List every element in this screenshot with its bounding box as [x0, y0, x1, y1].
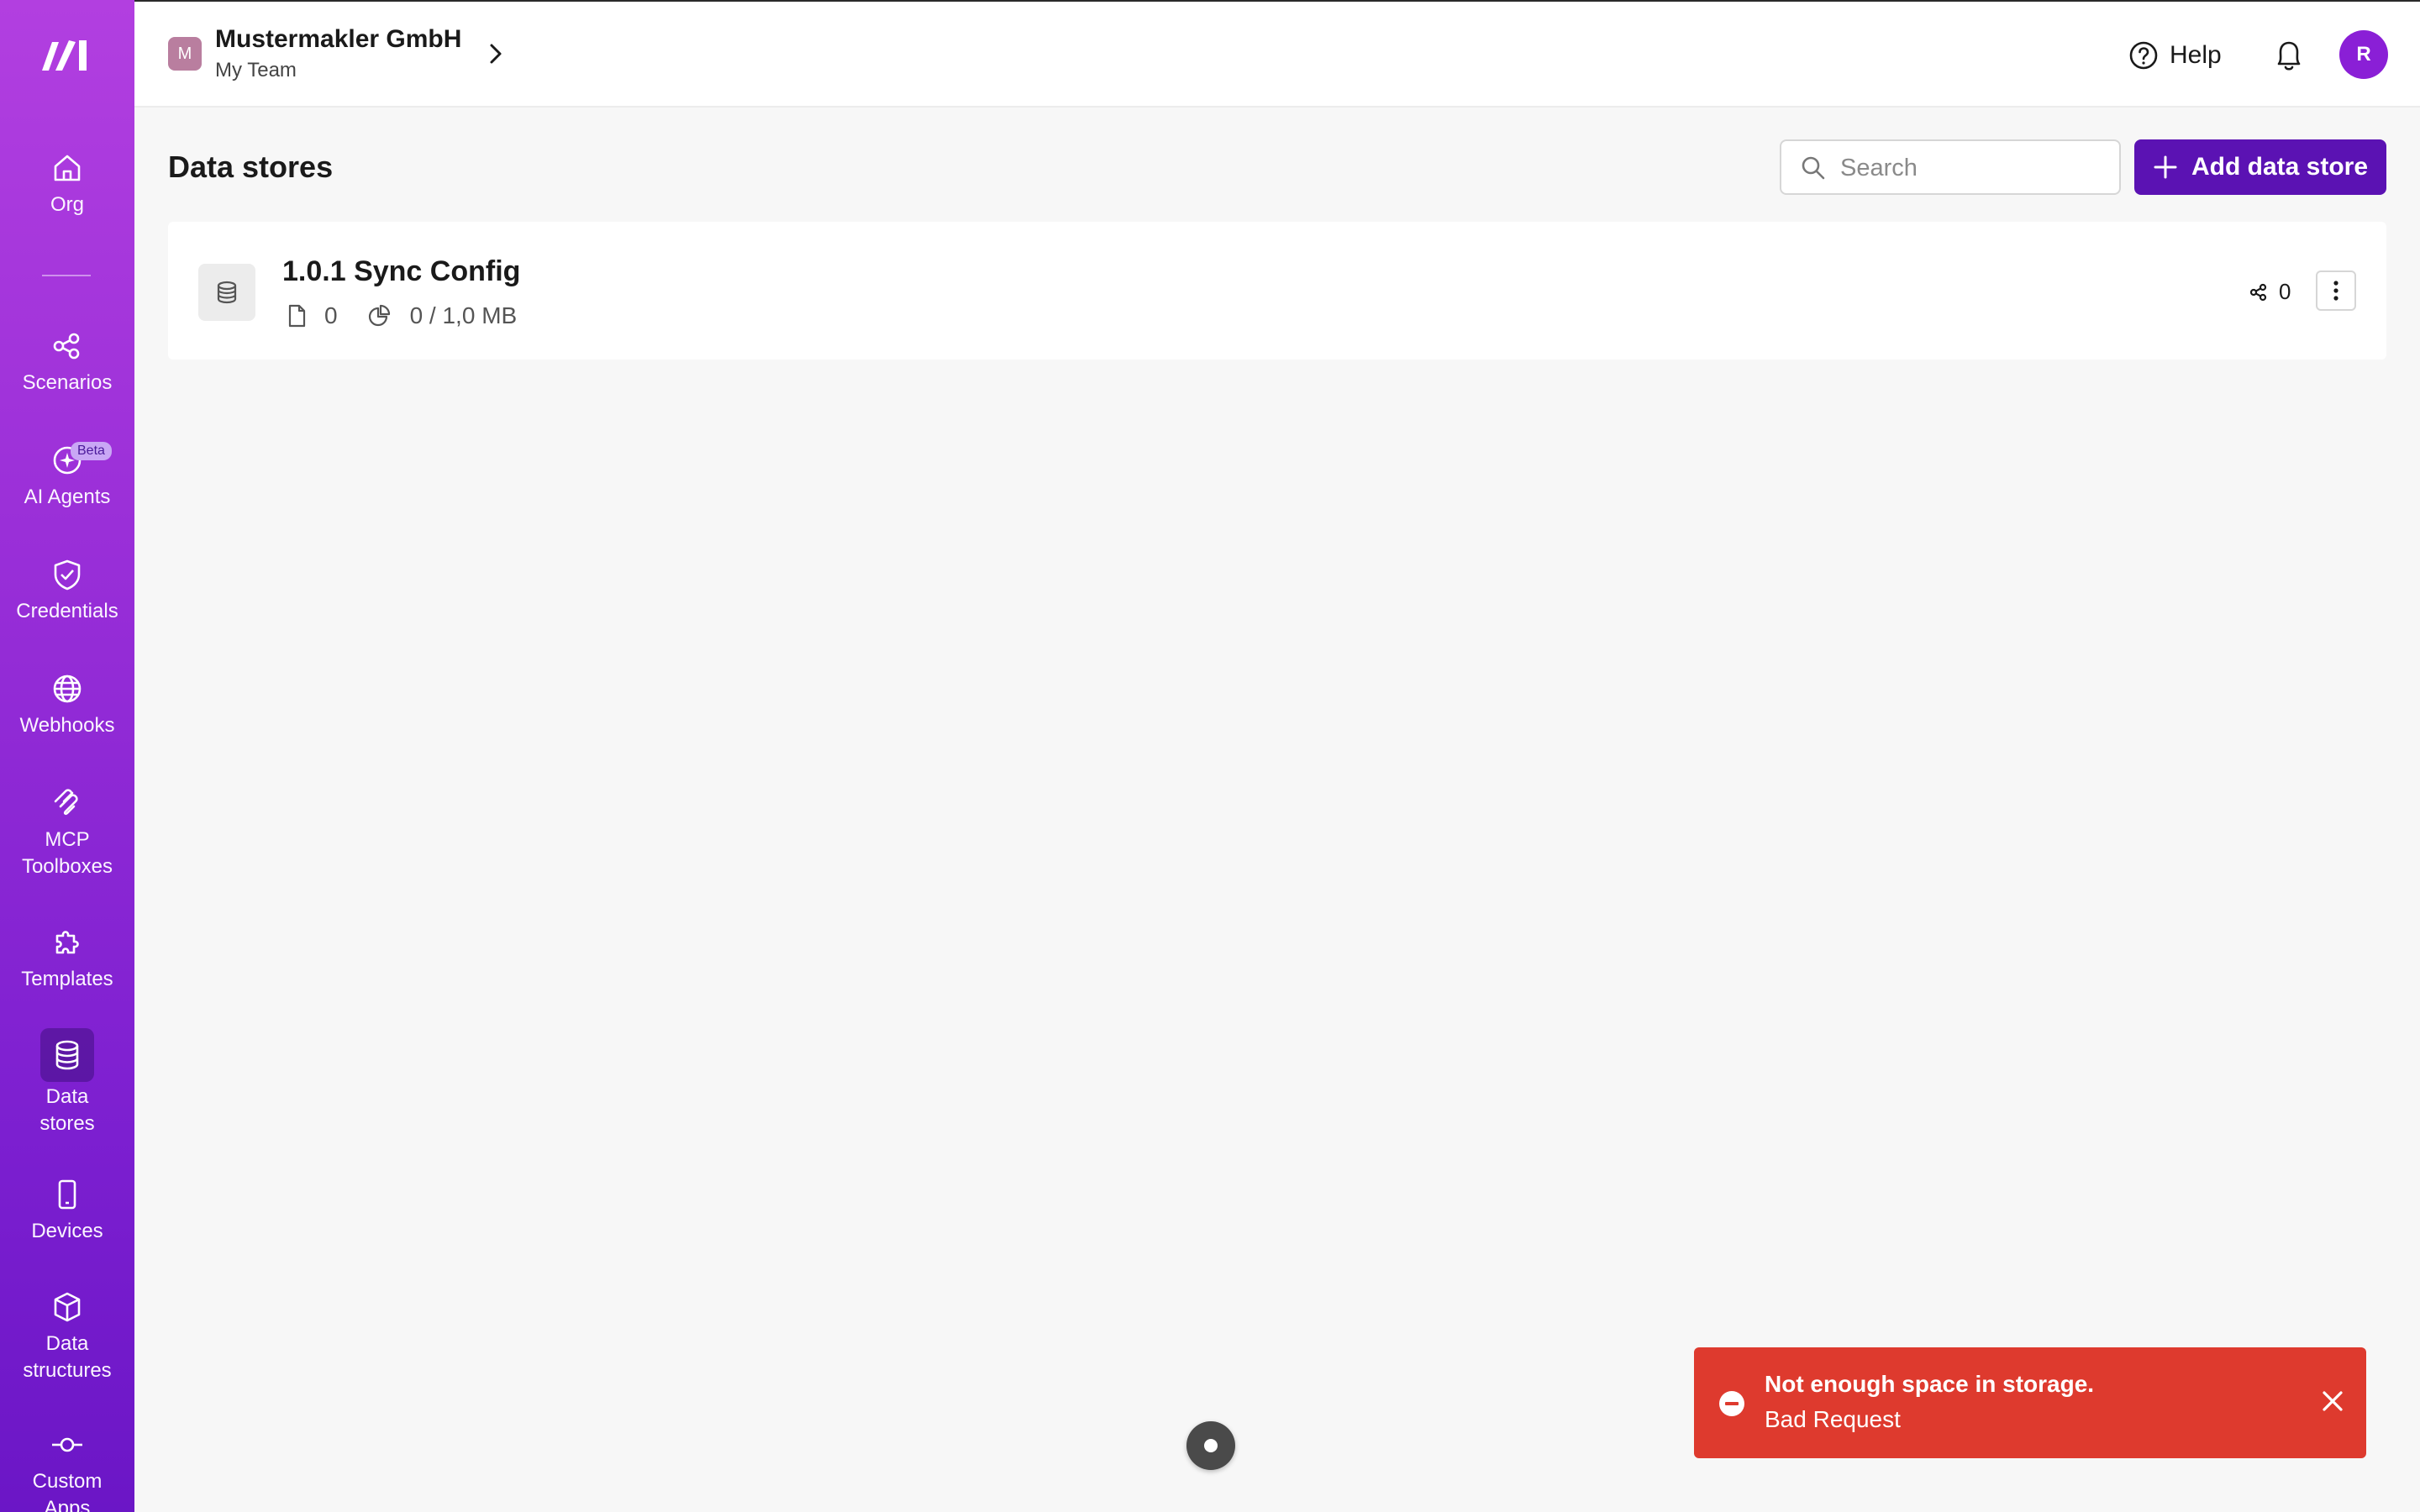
data-store-card[interactable]: 1.0.1 Sync Config 0 0 / 1,0 MB 0: [168, 222, 2386, 360]
error-minus-icon: [1719, 1391, 1744, 1416]
sidebar-item-label: Templates: [21, 968, 113, 990]
toast-title: Not enough space in storage.: [1765, 1371, 2095, 1397]
top-header: M Mustermakler GmbH My Team Help R: [134, 0, 2420, 108]
mcp-icon: [54, 789, 78, 816]
file-icon: [288, 304, 306, 328]
bell-icon[interactable]: [2272, 37, 2306, 74]
sidebar: Org Scenarios AI Agents Beta Credentials: [0, 0, 134, 1512]
sidebar-item-scenarios[interactable]: Scenarios: [0, 328, 134, 396]
close-icon[interactable]: [2317, 1386, 2348, 1416]
sidebar-item-mcp-toolboxes[interactable]: MCP Toolboxes: [0, 785, 134, 880]
database-icon: [55, 1040, 79, 1070]
home-icon: [54, 155, 81, 181]
sidebar-divider: [42, 275, 91, 276]
shield-check-icon: [54, 559, 81, 591]
share-nodes-icon: [53, 333, 80, 360]
storage-usage: 0 / 1,0 MB: [409, 302, 518, 328]
question-circle-icon: [2129, 41, 2158, 70]
beta-badge: Beta: [71, 442, 112, 460]
sidebar-item-label: Credentials: [16, 600, 118, 622]
page-title: Data stores: [168, 150, 334, 184]
data-store-name[interactable]: 1.0.1 Sync Config: [282, 255, 520, 288]
sidebar-item-label: Data stores: [39, 1085, 95, 1135]
org-name[interactable]: Mustermakler GmbH: [215, 25, 461, 54]
plus-icon: [2154, 155, 2177, 179]
sidebar-item-custom-apps[interactable]: Custom Apps: [0, 1426, 134, 1512]
database-icon: [217, 281, 237, 304]
sidebar-item-label: Scenarios: [22, 371, 113, 394]
more-options-button[interactable]: [2316, 270, 2356, 311]
sidebar-item-label: Devices: [31, 1220, 103, 1242]
sidebar-item-devices[interactable]: Devices: [0, 1176, 134, 1245]
sidebar-item-label: MCP Toolboxes: [21, 828, 113, 878]
data-store-meta: 0 0 / 1,0 MB: [284, 299, 517, 333]
connections-value: 0: [2279, 279, 2291, 304]
org-avatar: M: [168, 37, 202, 71]
floating-record-button[interactable]: [1186, 1421, 1235, 1470]
sidebar-item-ai-agents[interactable]: AI Agents: [0, 442, 134, 511]
sidebar-item-label: Custom Apps: [32, 1470, 103, 1512]
mobile-icon: [58, 1179, 76, 1210]
sidebar-item-org[interactable]: Org: [0, 150, 134, 218]
error-toast: Not enough space in storage. Bad Request: [1694, 1347, 2366, 1458]
sidebar-item-label: Data structures: [23, 1332, 112, 1382]
add-data-store-label: Add data store: [2191, 153, 2369, 181]
connections-count[interactable]: 0: [2249, 279, 2291, 305]
search-box[interactable]: [1780, 139, 2121, 195]
help-label: Help: [2170, 41, 2222, 69]
add-data-store-button[interactable]: Add data store: [2134, 139, 2386, 195]
record-count: 0: [324, 302, 338, 328]
search-icon: [1802, 156, 1825, 180]
help-button[interactable]: Help: [2128, 37, 2222, 74]
team-name[interactable]: My Team: [215, 59, 297, 82]
data-store-icon-box: [198, 264, 255, 321]
user-avatar[interactable]: R: [2339, 30, 2388, 79]
sidebar-item-data-stores[interactable]: Data stores: [0, 1037, 134, 1137]
sidebar-item-webhooks[interactable]: Webhooks: [0, 670, 134, 739]
sidebar-item-label: AI Agents: [24, 486, 111, 508]
commit-icon: [52, 1437, 82, 1452]
puzzle-icon: [55, 931, 79, 954]
sidebar-item-templates[interactable]: Templates: [0, 924, 134, 993]
share-nodes-icon: [2249, 283, 2267, 301]
cube-icon: [54, 1292, 81, 1322]
toast-message: Bad Request: [1765, 1406, 1901, 1432]
sidebar-item-label: Org: [50, 193, 84, 216]
app-root: Org Scenarios AI Agents Beta Credentials: [0, 0, 2420, 1512]
kebab-menu-icon: [2333, 281, 2338, 301]
pie-chart-icon: [368, 304, 390, 327]
globe-icon: [53, 675, 82, 703]
chevron-right-icon[interactable]: [481, 39, 511, 69]
sidebar-item-data-structures[interactable]: Data structures: [0, 1289, 134, 1384]
sidebar-item-credentials[interactable]: Credentials: [0, 556, 134, 625]
sidebar-item-label: Webhooks: [19, 714, 115, 737]
make-logo-icon[interactable]: [40, 37, 94, 74]
search-input[interactable]: [1840, 150, 2109, 186]
